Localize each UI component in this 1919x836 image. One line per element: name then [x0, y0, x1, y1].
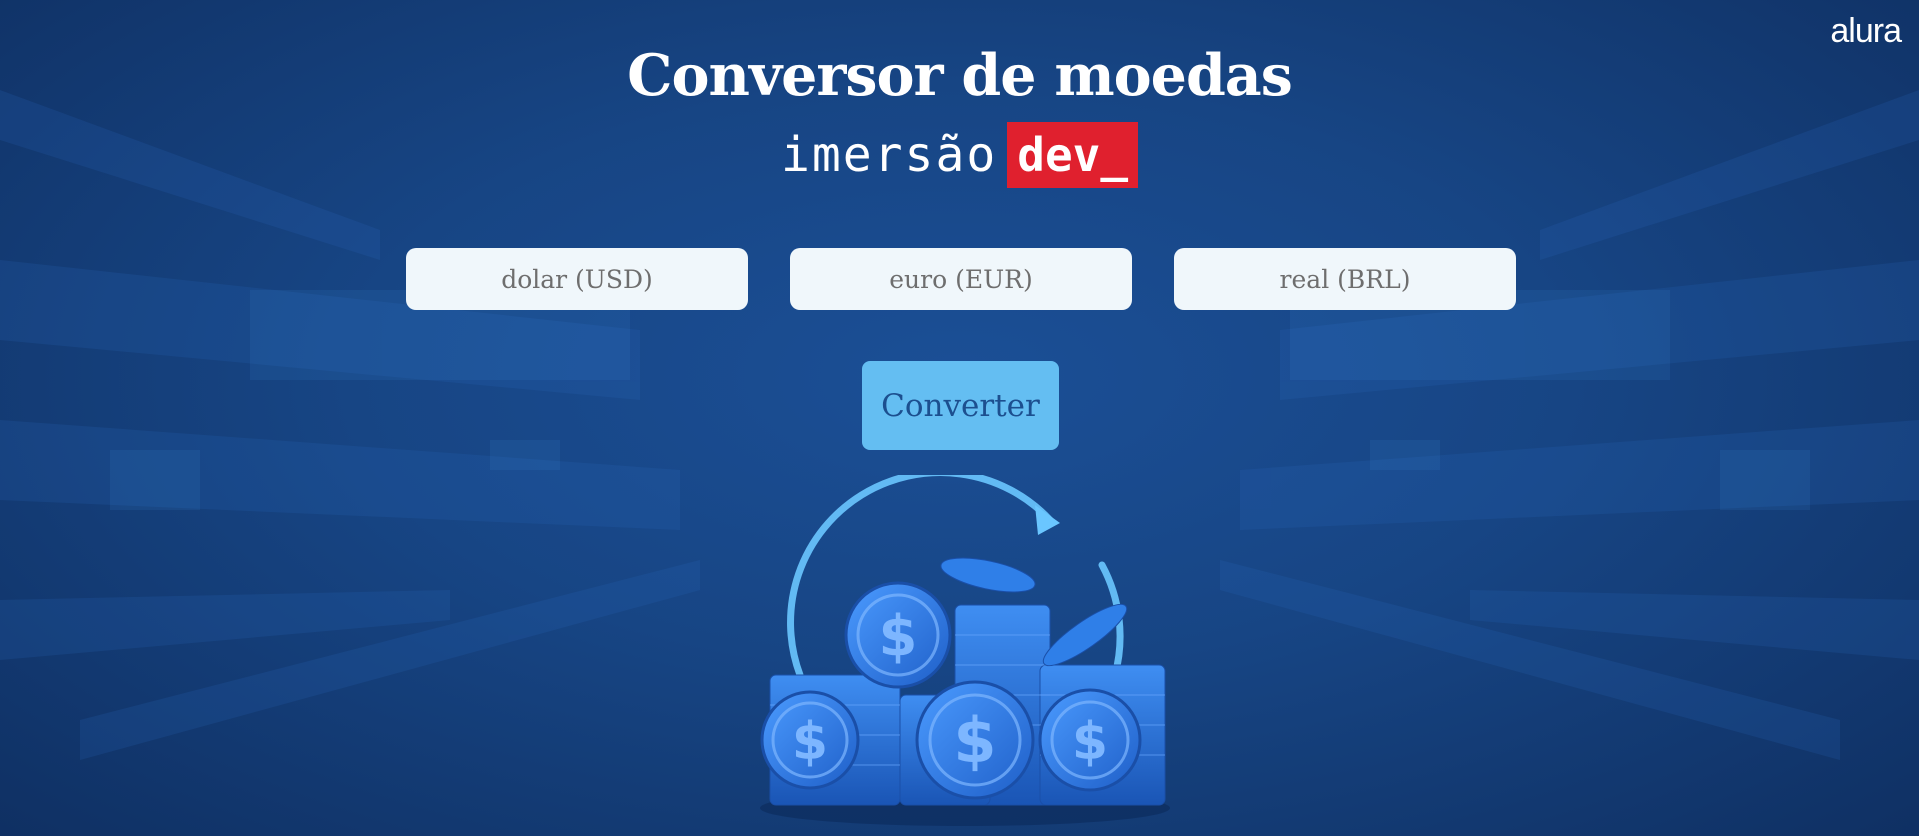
brl-input[interactable] [1174, 248, 1516, 310]
imersao-dev-logo: imersão dev_ [0, 122, 1919, 188]
svg-text:$: $ [953, 704, 996, 777]
eur-input[interactable] [790, 248, 1132, 310]
svg-text:$: $ [1072, 712, 1108, 772]
currency-inputs [406, 248, 1516, 310]
convert-button[interactable]: Converter [862, 361, 1059, 450]
subtitle-text: imersão [780, 127, 998, 183]
svg-text:$: $ [879, 604, 918, 669]
page-title: Conversor de moedas [627, 42, 1293, 109]
coins-with-rotate-arrow-icon: $ $ $ $ [760, 475, 1170, 826]
usd-input[interactable] [406, 248, 748, 310]
svg-text:$: $ [792, 712, 828, 772]
subtitle-badge: dev_ [1007, 122, 1139, 188]
